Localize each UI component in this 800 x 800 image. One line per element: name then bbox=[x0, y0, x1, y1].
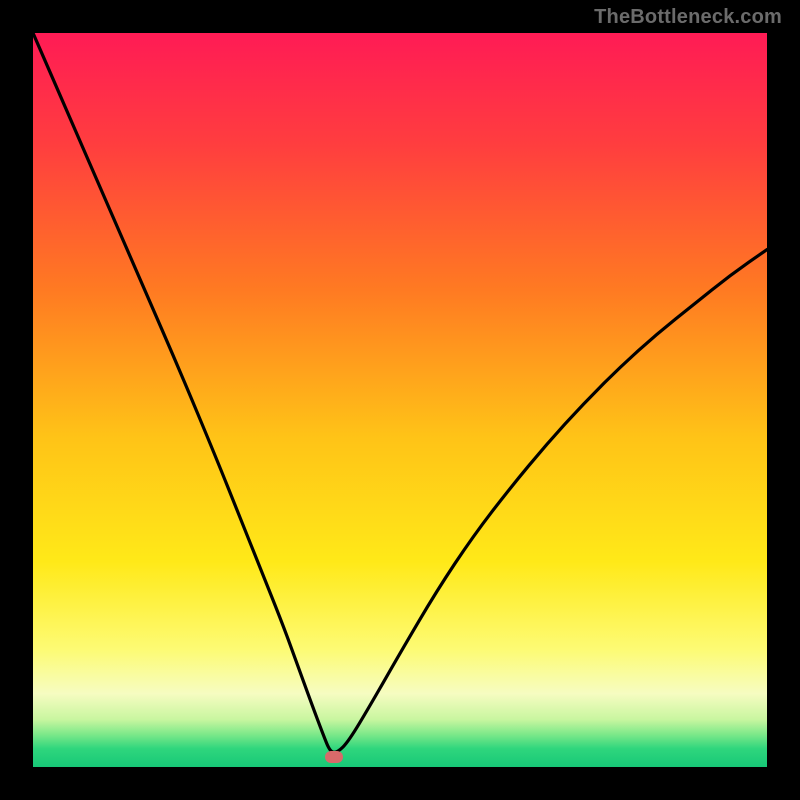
watermark-text: TheBottleneck.com bbox=[594, 6, 782, 29]
chart-page: TheBottleneck.com bbox=[0, 0, 800, 800]
plot-area bbox=[33, 33, 767, 767]
optimum-marker bbox=[325, 751, 343, 763]
gradient-background bbox=[33, 33, 767, 767]
bottleneck-chart bbox=[33, 33, 767, 767]
